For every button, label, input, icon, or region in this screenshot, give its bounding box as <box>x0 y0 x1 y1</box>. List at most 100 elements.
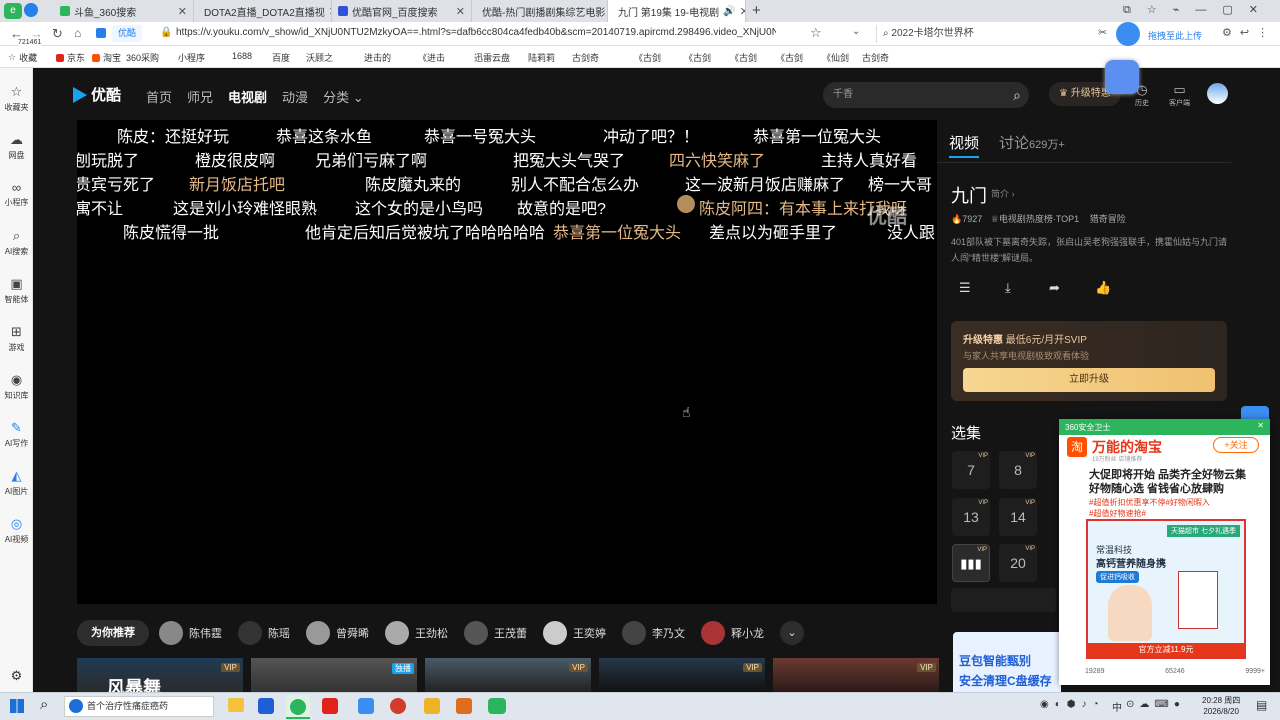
recommend-chip[interactable]: 为你推荐 <box>77 620 149 646</box>
bookmark-item[interactable]: 360采购 <box>126 51 159 64</box>
back-icon[interactable]: ← <box>10 26 23 41</box>
bookmark-item[interactable]: 百度 <box>272 51 290 64</box>
new-tab-button[interactable]: + <box>752 2 761 19</box>
price-bar[interactable]: 官方立减11.9元 <box>1088 643 1244 657</box>
tab-5-active[interactable]: 九门 第19集 19-电视剧🔊 ✕ <box>608 0 746 22</box>
rail-item-ai-search[interactable]: ⌕ AI搜索 <box>0 228 33 257</box>
rail-item-cloud[interactable]: ☁ 网盘 <box>0 132 33 161</box>
site-search-input[interactable]: 千香 ⌕ <box>823 82 1029 108</box>
tab-3[interactable]: 优酷官网_百度搜索 ✕ <box>332 0 472 22</box>
thumb-card[interactable]: VIP 风暴舞 <box>77 658 243 692</box>
person-chip[interactable]: 陈瑶 <box>238 621 290 645</box>
tab-1[interactable]: 斗鱼_360搜索 ✕ <box>54 0 194 22</box>
popup-product-image[interactable]: 天猫超市 七夕礼遇季 常温科技 高钙营养随身携 促进钙吸收 官方立减11.9元 <box>1086 519 1246 659</box>
youku-site-chip[interactable]: 优酷 <box>112 25 143 42</box>
rail-item-knowledge[interactable]: ◉ 知识库 <box>0 372 33 401</box>
app-red-icon[interactable] <box>390 698 406 714</box>
person-chip[interactable]: 王茂蕾 <box>464 621 527 645</box>
forward-icon[interactable]: → <box>30 26 43 41</box>
app-mail-icon[interactable] <box>258 698 274 714</box>
follow-button[interactable]: +关注 <box>1213 437 1259 453</box>
floating-bird-icon[interactable] <box>1105 60 1139 94</box>
bookmark-item[interactable]: 沃顾之 <box>306 51 333 64</box>
bookmark-item[interactable]: 《古剑 <box>730 51 757 64</box>
bookmark-item[interactable]: 《仙剑 <box>822 51 849 64</box>
url-input[interactable]: https://v.youku.com/v_show/id_XNjU0NTU2M… <box>176 27 776 38</box>
clock[interactable]: 20:28 周四 2026/8/20 <box>1202 695 1240 717</box>
tab-4[interactable]: 优酷-热门剧播剧集综艺电影✕ <box>472 0 608 22</box>
bookmark-item[interactable]: ☆ 收藏 <box>8 51 37 64</box>
home-icon[interactable]: ⌂ <box>74 26 81 40</box>
bookmark-item[interactable]: 古剑奇 <box>572 51 599 64</box>
thumb-card[interactable]: VIP <box>773 658 939 692</box>
bookmark-item[interactable]: 1688 <box>232 51 252 61</box>
nav-item-shixiong[interactable]: 师兄 <box>187 87 213 106</box>
intro-link[interactable]: 简介 › <box>991 187 1015 200</box>
thumb-card[interactable]: VIP <box>599 658 765 692</box>
tray-icons[interactable]: ◉◐⬢♪◔ <box>1040 699 1105 710</box>
tab-discussion[interactable]: 讨论629万+ <box>999 132 1065 153</box>
popup-ad[interactable]: 360安全卫士 ✕ 淘 万能的淘宝 19万粉丝 店铺推荐 +关注 大促即将开始 品… <box>1059 419 1270 685</box>
bookmark-item[interactable]: 《古剑 <box>634 51 661 64</box>
menu-icon[interactable] <box>24 3 38 17</box>
extension-icons[interactable]: ⚙↩⋮ <box>1222 26 1276 39</box>
nav-item-anime[interactable]: 动漫 <box>282 87 308 106</box>
ime-indicator[interactable]: 中 <box>1112 699 1122 714</box>
like-icon[interactable]: 👍 <box>1095 280 1111 296</box>
nav-item-category[interactable]: 分类 ⌄ <box>323 87 364 106</box>
rail-item-agent[interactable]: ▣ 智能体 <box>0 276 33 305</box>
app-home-icon[interactable] <box>456 698 472 714</box>
notification-icon[interactable]: ▤ <box>1256 698 1267 712</box>
rail-item-ai-write[interactable]: ✎ AI写作 <box>0 420 33 449</box>
close-icon[interactable]: ✕ <box>178 5 187 18</box>
youku-logo[interactable]: 优酷 <box>73 84 121 105</box>
nav-item-home[interactable]: 首页 <box>146 87 172 106</box>
bookmark-item[interactable]: 《古剑 <box>776 51 803 64</box>
tab-video[interactable]: 视频 <box>949 132 979 153</box>
episode-20[interactable]: 20 VIP <box>999 544 1037 582</box>
nav-item-tv[interactable]: 电视剧 <box>228 87 267 106</box>
tray-icons-2[interactable]: ⊙☁⌨● <box>1126 699 1185 710</box>
windows-start-icon[interactable] <box>10 699 24 713</box>
cleanup-ad[interactable]: 豆包智能甄别 安全清理C盘缓存 <box>953 632 1061 692</box>
upload-cloud-icon[interactable] <box>1116 22 1140 46</box>
lock-icon[interactable]: 🔒 <box>160 27 172 38</box>
avatar[interactable] <box>1207 83 1228 104</box>
rail-item-ai-image[interactable]: ◭ AI图片 <box>0 468 33 497</box>
rail-item-games[interactable]: ⊞ 游戏 <box>0 324 33 353</box>
bookmark-item[interactable]: 《古剑 <box>684 51 711 64</box>
app-yellow-icon[interactable] <box>424 698 440 714</box>
bookmark-item[interactable]: 淘宝 <box>92 51 121 64</box>
tab-2[interactable]: DOTA2直播_DOTA2直播视✕ <box>194 0 332 22</box>
close-icon[interactable]: ✕ <box>456 5 465 18</box>
thumb-card[interactable]: VIP <box>425 658 591 692</box>
taskbar-search[interactable]: 首个治疗性痛症癌药 <box>64 696 214 717</box>
search-icon[interactable]: ⌕ <box>1013 82 1021 108</box>
dropdown-icon[interactable]: ⌄ <box>852 26 860 37</box>
scissors-icon[interactable]: ✂ <box>1098 26 1107 39</box>
app-360-browser-icon[interactable] <box>286 695 310 719</box>
download-icon[interactable]: ⤓ <box>1005 280 1011 296</box>
bookmark-item[interactable]: 陆莉莉 <box>528 51 555 64</box>
share-icon[interactable]: ➦ <box>1049 280 1060 296</box>
bookmark-item[interactable]: 迅雷云盘 <box>474 51 510 64</box>
rail-item-favorites[interactable]: ☆ 收藏夹 <box>0 84 33 113</box>
star-icon[interactable]: ☆ <box>810 25 822 41</box>
close-icon[interactable]: ✕ <box>740 5 745 18</box>
thumb-card[interactable]: 独播 <box>251 658 417 692</box>
refresh-icon[interactable]: ↻ <box>52 26 63 42</box>
rail-item-ai-video[interactable]: ◎ AI视频 <box>0 516 33 545</box>
settings-icon[interactable]: ⚙ <box>0 668 33 684</box>
episode-19-playing[interactable]: ▮▮▮ VIP <box>952 544 990 582</box>
app-wps-icon[interactable] <box>322 698 338 714</box>
list-icon[interactable]: ☰ <box>959 280 971 296</box>
expand-button[interactable]: ⌄ <box>780 621 804 645</box>
search-field[interactable]: ⌕ 2022卡塔尔世界杯 <box>876 25 1086 43</box>
bookmark-item[interactable]: 古剑奇 <box>862 51 889 64</box>
search-icon[interactable]: ⌕ <box>40 696 48 713</box>
person-chip[interactable]: 李乃文 <box>622 621 685 645</box>
rail-item-miniapp[interactable]: ∞ 小程序 <box>0 180 33 208</box>
upload-label[interactable]: 拖拽至此上传 <box>1148 29 1202 42</box>
app-bird-icon[interactable] <box>358 698 374 714</box>
rank-label[interactable]: 电视剧热度榜·TOP1 <box>999 214 1079 224</box>
